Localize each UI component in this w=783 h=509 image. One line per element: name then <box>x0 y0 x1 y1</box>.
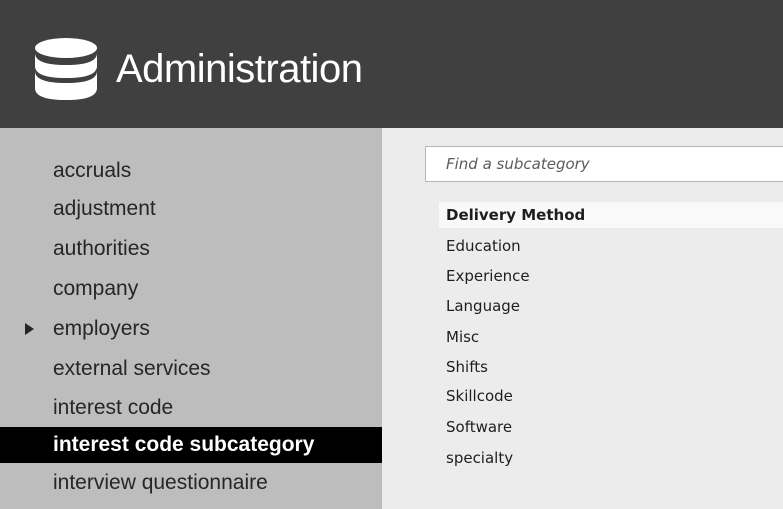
sidebar-item-interest-code-subcategory[interactable]: interest code subcategory <box>0 427 385 463</box>
subcategory-item-specialty[interactable]: specialty <box>446 445 783 471</box>
sidebar-item-interest-code[interactable]: interest code <box>0 390 382 426</box>
sidebar-item-label: interest code subcategory <box>53 433 315 456</box>
subcategory-item-education[interactable]: Education <box>446 233 783 259</box>
sidebar-item-label: authorities <box>53 237 150 260</box>
sidebar-item-interview-questionnaire[interactable]: interview questionnaire <box>0 465 382 501</box>
sidebar-item-label: employers <box>53 317 150 340</box>
sidebar-item-label: adjustment <box>53 197 156 220</box>
sidebar-item-company[interactable]: company <box>0 271 382 307</box>
subcategory-item-delivery-method[interactable]: Delivery Method <box>439 202 783 228</box>
sidebar-item-authorities[interactable]: authorities <box>0 231 382 267</box>
subcategory-item-experience[interactable]: Experience <box>446 263 783 289</box>
sidebar-item-label: accruals <box>53 159 132 182</box>
sidebar-item-employers[interactable]: employers <box>0 311 382 347</box>
subcategory-item-skillcode[interactable]: Skillcode <box>446 383 783 409</box>
sidebar-item-label: interview questionnaire <box>53 471 268 494</box>
subcategory-item-misc[interactable]: Misc <box>446 324 783 350</box>
sidebar-item-external-services[interactable]: external services <box>0 351 382 387</box>
sidebar: accruals adjustment authorities company … <box>0 128 385 509</box>
sidebar-item-adjustment[interactable]: adjustment <box>0 191 382 227</box>
database-icon <box>35 38 97 100</box>
subcategory-item-language[interactable]: Language <box>446 293 783 319</box>
subcategory-item-software[interactable]: Software <box>446 414 783 440</box>
sidebar-item-label: company <box>53 277 139 300</box>
subcategory-item-shifts[interactable]: Shifts <box>446 354 783 380</box>
sidebar-item-label: external services <box>53 357 211 380</box>
page-title: Administration <box>116 47 363 91</box>
caret-right-icon[interactable] <box>24 323 34 335</box>
subcategory-search-input[interactable] <box>425 146 783 182</box>
sidebar-item-accruals[interactable]: accruals <box>0 153 382 189</box>
sidebar-item-label: interest code <box>53 396 174 419</box>
app-header: Administration <box>0 0 783 128</box>
